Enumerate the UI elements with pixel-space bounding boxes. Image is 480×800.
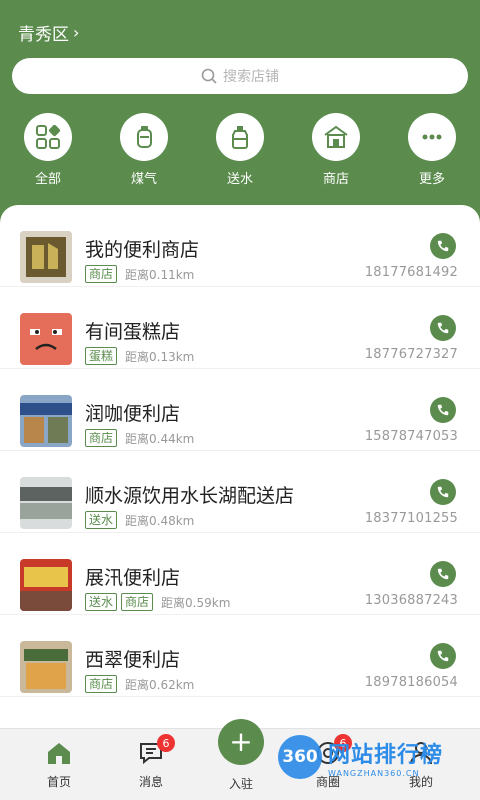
region-selector[interactable]: 青秀区 › bbox=[18, 20, 79, 45]
phone-call-button[interactable] bbox=[430, 561, 456, 587]
category-label: 煤气 bbox=[130, 172, 157, 187]
search-bar[interactable]: 搜索店铺 bbox=[12, 58, 468, 94]
store-distance: 距离0.44km bbox=[125, 431, 195, 446]
watermark-subtitle: WANGZHAN360.CN bbox=[328, 768, 420, 778]
phone-icon bbox=[437, 650, 449, 662]
phone-call-button[interactable] bbox=[430, 233, 456, 259]
store-thumbnail bbox=[20, 395, 72, 447]
store-item[interactable]: 有间蛋糕店 蛋糕 距离0.13km 18776727327 bbox=[0, 287, 480, 369]
category-tag: 送水 bbox=[85, 511, 118, 529]
category-row: 全部 煤气 送水 商店 更多 bbox=[0, 113, 480, 193]
category-store[interactable]: 商店 bbox=[301, 113, 371, 187]
category-water[interactable]: 送水 bbox=[205, 113, 275, 187]
store-phone: 13036887243 bbox=[364, 593, 458, 608]
home-icon bbox=[45, 739, 73, 767]
store-thumbnail bbox=[20, 231, 72, 283]
category-gas[interactable]: 煤气 bbox=[109, 113, 179, 187]
region-label: 青秀区 bbox=[18, 25, 69, 45]
store-phone: 15878747053 bbox=[364, 429, 458, 444]
phone-icon bbox=[437, 322, 449, 334]
store-tags: 商店 距离0.11km bbox=[85, 265, 194, 283]
phone-icon bbox=[437, 404, 449, 416]
water-bottle-icon bbox=[216, 113, 264, 161]
tab-label: 入驻 bbox=[228, 777, 253, 791]
store-name: 有间蛋糕店 bbox=[85, 321, 181, 343]
join-button[interactable]: + bbox=[218, 719, 264, 765]
category-label: 更多 bbox=[418, 172, 445, 187]
store-tags: 商店 距离0.44km bbox=[85, 429, 194, 447]
tab-home[interactable]: 首页 bbox=[29, 739, 89, 790]
chevron-right-icon: › bbox=[73, 23, 80, 42]
phone-icon bbox=[437, 240, 449, 252]
category-tag: 商店 bbox=[121, 593, 154, 611]
tab-label: 消息 bbox=[138, 775, 163, 789]
store-phone: 18978186054 bbox=[364, 675, 458, 690]
phone-call-button[interactable] bbox=[430, 479, 456, 505]
store-phone: 18377101255 bbox=[364, 511, 458, 526]
store-thumbnail bbox=[20, 641, 72, 693]
store-tags: 商店 距离0.62km bbox=[85, 675, 194, 693]
store-list: 我的便利商店 商店 距离0.11km 18177681492 有间蛋糕店 蛋糕 … bbox=[0, 205, 480, 735]
category-tag: 蛋糕 bbox=[85, 347, 118, 365]
store-distance: 距离0.13km bbox=[125, 349, 195, 364]
plus-icon: + bbox=[229, 725, 253, 758]
store-distance: 距离0.59km bbox=[161, 595, 231, 610]
phone-icon bbox=[437, 568, 449, 580]
more-icon bbox=[408, 113, 456, 161]
store-thumbnail bbox=[20, 313, 72, 365]
store-phone: 18177681492 bbox=[364, 265, 458, 280]
store-distance: 距离0.11km bbox=[125, 267, 195, 282]
category-tag: 商店 bbox=[85, 675, 118, 693]
unread-badge: 6 bbox=[157, 734, 175, 752]
store-tags: 送水 商店 距离0.59km bbox=[85, 593, 230, 611]
store-item[interactable]: 润咖便利店 商店 距离0.44km 15878747053 bbox=[0, 369, 480, 451]
message-icon: 6 bbox=[137, 734, 175, 767]
category-label: 送水 bbox=[226, 172, 253, 187]
search-placeholder: 搜索店铺 bbox=[223, 69, 279, 85]
search-icon bbox=[201, 68, 217, 84]
store-item[interactable]: 顺水源饮用水长湖配送店 送水 距离0.48km 18377101255 bbox=[0, 451, 480, 533]
store-icon bbox=[312, 113, 360, 161]
tab-messages[interactable]: 6 消息 bbox=[121, 734, 181, 790]
gas-cylinder-icon bbox=[120, 113, 168, 161]
store-tags: 蛋糕 距离0.13km bbox=[85, 347, 194, 365]
store-thumbnail bbox=[20, 559, 72, 611]
store-distance: 距离0.48km bbox=[125, 513, 195, 528]
watermark-logo: 360 网站排行榜 WANGZHAN360.CN bbox=[278, 735, 443, 779]
category-label: 全部 bbox=[34, 172, 61, 187]
tab-label: 首页 bbox=[46, 775, 71, 789]
store-thumbnail bbox=[20, 477, 72, 529]
store-tags: 送水 距离0.48km bbox=[85, 511, 194, 529]
header: 青秀区 › 搜索店铺 全部 煤气 送水 商店 更多 bbox=[0, 0, 480, 215]
store-name: 展汛便利店 bbox=[85, 567, 181, 589]
category-more[interactable]: 更多 bbox=[397, 113, 467, 187]
store-name: 西翠便利店 bbox=[85, 649, 181, 671]
store-item[interactable]: 我的便利商店 商店 距离0.11km 18177681492 bbox=[0, 205, 480, 287]
store-name: 润咖便利店 bbox=[85, 403, 181, 425]
store-phone: 18776727327 bbox=[364, 347, 458, 362]
phone-icon bbox=[437, 486, 449, 498]
category-all[interactable]: 全部 bbox=[13, 113, 83, 187]
category-tag: 送水 bbox=[85, 593, 118, 611]
store-item[interactable]: 西翠便利店 商店 距离0.62km 18978186054 bbox=[0, 615, 480, 697]
watermark-360-badge: 360 bbox=[278, 735, 322, 779]
store-name: 我的便利商店 bbox=[85, 239, 200, 261]
store-distance: 距离0.62km bbox=[125, 677, 195, 692]
category-tag: 商店 bbox=[85, 429, 118, 447]
category-label: 商店 bbox=[322, 172, 349, 187]
phone-call-button[interactable] bbox=[430, 397, 456, 423]
phone-call-button[interactable] bbox=[430, 315, 456, 341]
grid-icon bbox=[24, 113, 72, 161]
store-name: 顺水源饮用水长湖配送店 bbox=[85, 485, 295, 507]
store-item[interactable]: 展汛便利店 送水 商店 距离0.59km 13036887243 bbox=[0, 533, 480, 615]
watermark-title: 网站排行榜 bbox=[328, 742, 444, 768]
category-tag: 商店 bbox=[85, 265, 118, 283]
phone-call-button[interactable] bbox=[430, 643, 456, 669]
